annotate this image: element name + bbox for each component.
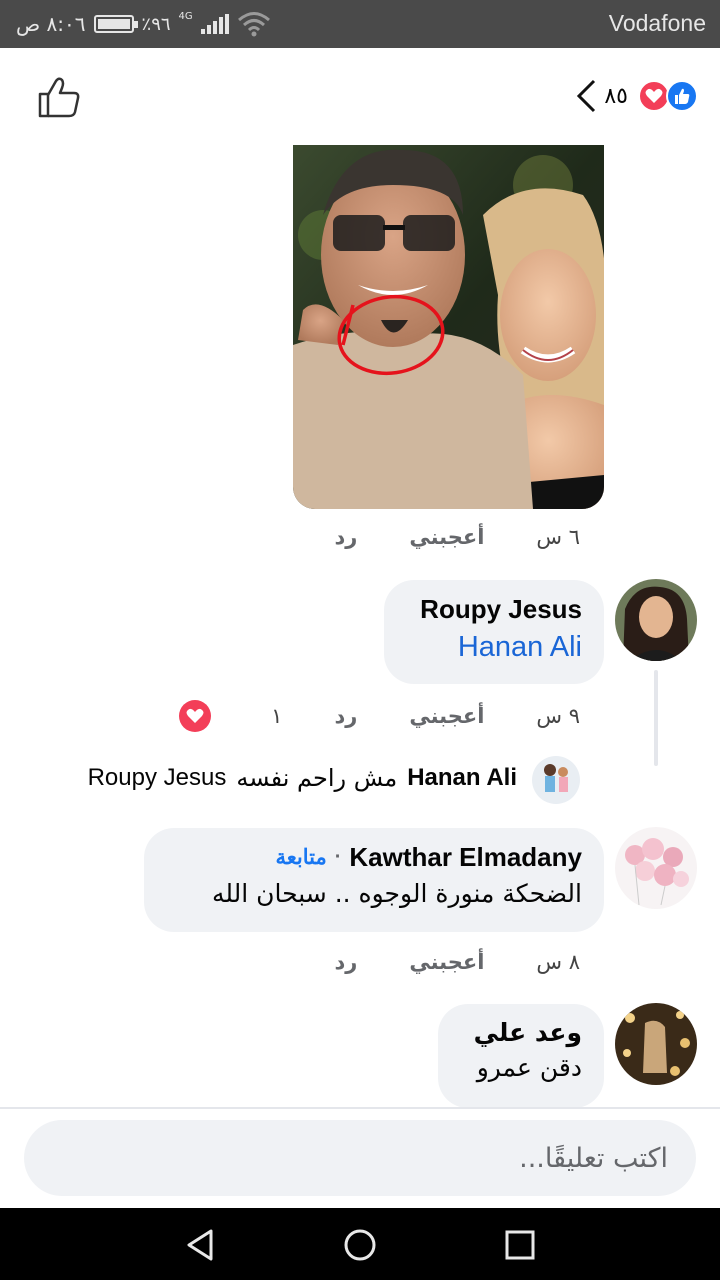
reply-avatar[interactable]: [532, 756, 580, 804]
like-link[interactable]: أعجبني: [409, 525, 484, 549]
comment-author[interactable]: Roupy Jesus: [406, 594, 582, 625]
home-icon[interactable]: [343, 1228, 377, 1262]
like-outline-icon[interactable]: [36, 76, 82, 118]
reply-link[interactable]: رد: [334, 525, 357, 549]
follow-link[interactable]: متابعة: [275, 845, 326, 870]
battery-percent: ٪٩٦: [141, 13, 171, 35]
photo-comment-actions: ٦ س أعجبني رد: [282, 525, 580, 549]
comment-time: ٩ س: [536, 704, 580, 728]
reply-mention[interactable]: Roupy Jesus: [88, 764, 227, 792]
back-icon[interactable]: [183, 1228, 217, 1262]
thread-line: [654, 670, 658, 766]
divider: [0, 1107, 720, 1109]
like-link[interactable]: أعجبني: [409, 704, 484, 728]
chevron-left-icon[interactable]: [574, 78, 598, 114]
status-time: ٨:٠٦ ص: [16, 12, 86, 36]
avatar[interactable]: [615, 827, 697, 909]
comment-actions: ٩ س أعجبني رد ١: [127, 700, 580, 732]
comment-input-container[interactable]: [24, 1120, 696, 1196]
battery-icon: [93, 15, 138, 33]
love-reaction-icon: [179, 700, 212, 732]
comment-text: دقن عمرو: [476, 1053, 582, 1082]
reaction-count: ٨٥: [604, 83, 628, 109]
comment-photo[interactable]: [293, 145, 604, 509]
mention-link[interactable]: Hanan Ali: [406, 631, 582, 664]
comment-bubble[interactable]: Kawthar Elmadany · متابعة الضحكة منورة ا…: [144, 828, 604, 932]
reply-text: مش راحم نفسه: [236, 764, 398, 792]
reply-preview[interactable]: Hanan Ali مش راحم نفسه Roupy Jesus: [88, 764, 517, 792]
status-bar: ٨:٠٦ ص ٪٩٦ 4G Vodafone: [0, 0, 720, 48]
comment-author[interactable]: Kawthar Elmadany: [349, 842, 582, 873]
like-link[interactable]: أعجبني: [409, 950, 484, 974]
signal-icon: [200, 14, 229, 34]
comment-text: الضحكة منورة الوجوه .. سبحان الله: [211, 879, 582, 908]
photo-illustration: [293, 145, 604, 509]
like-reaction-icon: [666, 80, 698, 112]
comment-reactions[interactable]: ١: [127, 700, 282, 732]
separator: ·: [334, 846, 342, 868]
avatar[interactable]: [615, 579, 697, 661]
reaction-summary[interactable]: ٨٥: [574, 78, 698, 114]
comments-header: ٨٥: [0, 48, 720, 144]
comment-time: ٨ س: [536, 950, 580, 974]
comment-bubble[interactable]: Roupy Jesus Hanan Ali: [384, 580, 604, 684]
reply-author[interactable]: Hanan Ali: [407, 764, 517, 792]
comment-author-row: Kawthar Elmadany · متابعة: [166, 842, 582, 873]
avatar[interactable]: [615, 1003, 697, 1085]
comment-author[interactable]: وعد علي: [460, 1018, 582, 1047]
wifi-icon: [237, 12, 270, 37]
comment-actions: ٨ س أعجبني رد: [282, 950, 580, 974]
comment-bubble[interactable]: وعد علي دقن عمرو: [438, 1004, 604, 1108]
comment-reaction-count: ١: [271, 704, 283, 728]
navigation-bar: [0, 1208, 720, 1280]
carrier-name: Vodafone: [608, 10, 706, 36]
comment-time: ٦ س: [536, 525, 580, 549]
reply-link[interactable]: رد: [334, 950, 357, 974]
recents-icon[interactable]: [503, 1228, 537, 1262]
reply-link[interactable]: رد: [334, 704, 357, 728]
status-left-group: ٨:٠٦ ص ٪٩٦ 4G: [16, 10, 271, 38]
comment-input[interactable]: [24, 1120, 696, 1196]
network-type: 4G: [178, 10, 193, 22]
